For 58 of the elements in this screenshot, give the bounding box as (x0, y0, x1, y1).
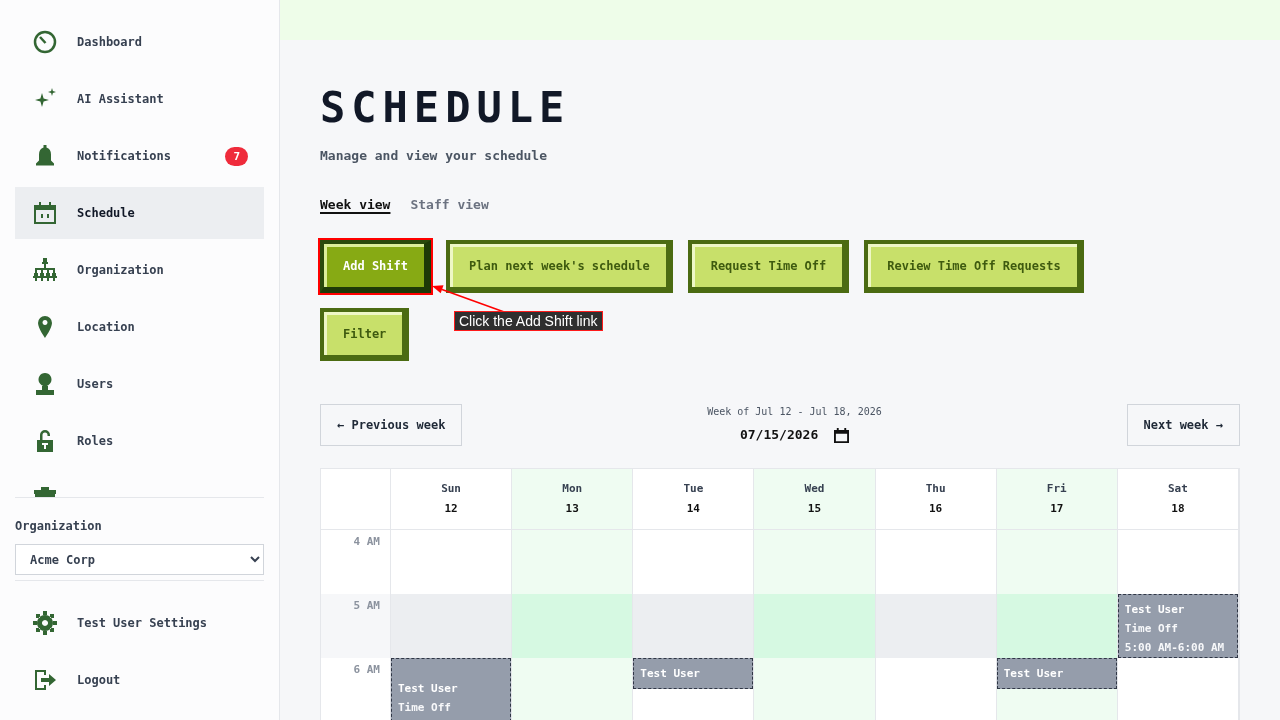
day-name: Fri (1046, 482, 1067, 496)
day-date: 13 (565, 502, 579, 516)
sidebar-item[interactable]: Test User Settings (15, 597, 264, 649)
next-week-button[interactable]: Next week → (1126, 404, 1240, 446)
date-input[interactable]: 07/15/2026 (739, 425, 820, 445)
previous-week-button[interactable]: ← Previous week (320, 404, 463, 446)
annotation-label: Click the Add Shift link (454, 311, 603, 331)
sidebar-item[interactable]: Roles (15, 415, 264, 467)
time-label: 6 AM (353, 663, 380, 677)
filter-button[interactable]: Filter (320, 308, 410, 361)
sidebar-item[interactable]: Users (15, 358, 264, 410)
day-date: 12 (444, 502, 458, 516)
notification-badge: 7 (225, 146, 248, 166)
settings-icon (33, 611, 57, 635)
logout-icon (33, 668, 57, 692)
time-label: 5 AM (353, 599, 380, 613)
sidebar-item[interactable]: Dashboard (15, 16, 264, 68)
action-button[interactable]: Review Time Off Requests (864, 240, 1084, 293)
action-button[interactable]: Plan next week's schedule (446, 240, 673, 293)
calendar-icon[interactable] (833, 427, 849, 443)
page-title: SCHEDULE (320, 86, 571, 130)
page-subtitle: Manage and view your schedule (320, 148, 547, 164)
event-title: Test User (398, 681, 459, 697)
field-label: Organization (15, 518, 103, 534)
gauge-icon (33, 30, 57, 54)
event-title: Test User (1124, 602, 1186, 618)
day-date: 15 (807, 502, 822, 516)
tab[interactable]: Week view (320, 197, 391, 213)
sidebar-item[interactable]: AI Assistant (15, 73, 264, 125)
calendar-icon (33, 201, 57, 225)
day-name: Sat (1168, 482, 1188, 496)
event-type: Time Off (398, 700, 452, 716)
sidebar-item[interactable]: Organization (15, 244, 264, 296)
org-chart-icon (33, 258, 57, 282)
day-name: Tue (683, 482, 704, 496)
organization-select[interactable]: Acme Corp (15, 544, 264, 575)
day-date: 17 (1050, 502, 1064, 516)
day-date: 14 (686, 502, 700, 516)
tab[interactable]: Staff view (410, 197, 489, 213)
day-name: Mon (562, 482, 583, 496)
event-title: Test User (1003, 666, 1065, 682)
day-date: 16 (929, 502, 943, 516)
event-type: Time Off (1124, 621, 1179, 637)
day-name: Wed (804, 482, 825, 496)
event-title: Test User (640, 666, 701, 682)
action-button[interactable]: Request Time Off (687, 240, 850, 293)
sidebar-item[interactable]: Location (15, 301, 264, 353)
sidebar-item[interactable]: Logout (15, 654, 264, 706)
week-range: Week of Jul 12 - Jul 18, 2026 (707, 405, 882, 419)
day-name: Sun (441, 482, 461, 496)
time-label: 4 AM (353, 535, 380, 549)
day-name: Thu (925, 482, 946, 496)
day-date: 18 (1171, 502, 1185, 516)
bell-icon (33, 144, 57, 168)
event-time: 5:00 AM-6:00 AM (1124, 640, 1226, 656)
person-icon (33, 372, 57, 396)
sidebar-item[interactable]: Notifications 7 (15, 130, 264, 182)
sidebar-item[interactable]: Schedule (15, 187, 264, 239)
